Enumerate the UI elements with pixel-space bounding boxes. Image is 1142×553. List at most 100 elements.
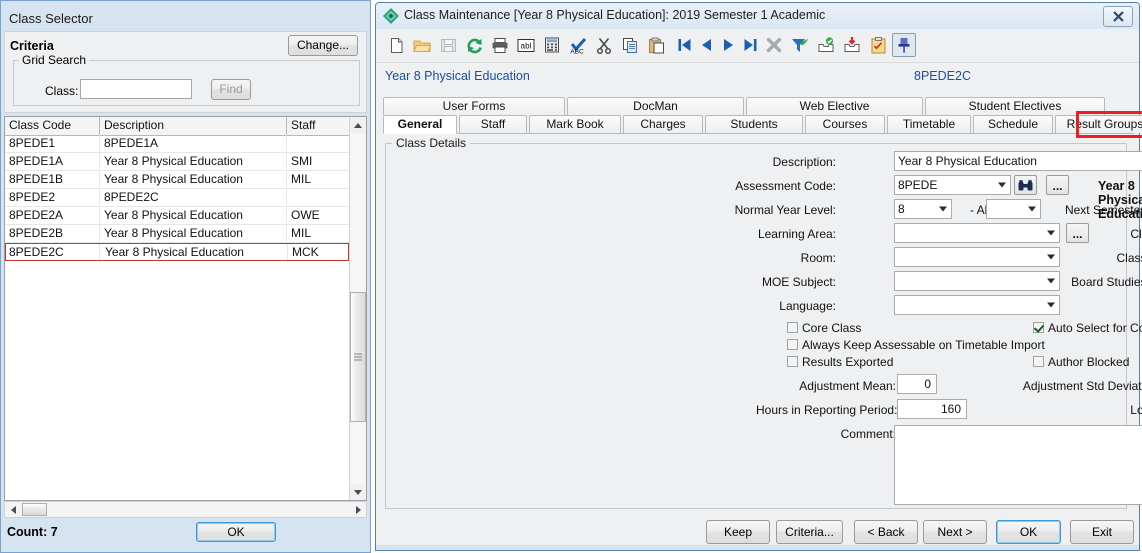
delete-icon[interactable] <box>762 33 786 57</box>
close-window-button[interactable] <box>1103 6 1133 27</box>
cell-description: Year 8 Physical Education <box>100 153 287 169</box>
criteria-button[interactable]: Criteria... <box>776 520 843 544</box>
checkbox-core-class[interactable]: Core Class <box>787 321 861 335</box>
exit-button[interactable]: Exit <box>1070 520 1134 544</box>
chevron-down-icon <box>939 206 947 212</box>
print-icon[interactable] <box>488 33 512 57</box>
checkbox-author-blocked[interactable]: Author Blocked <box>1033 355 1129 369</box>
table-row[interactable]: 8PEDE1B Year 8 Physical Education MIL <box>5 171 349 189</box>
tab-charges[interactable]: Charges <box>623 115 703 133</box>
ok-button[interactable]: OK <box>996 520 1061 544</box>
new-document-icon[interactable] <box>384 33 408 57</box>
grid-search-legend: Grid Search <box>19 53 90 67</box>
checkbox-box[interactable] <box>787 356 798 367</box>
keep-button[interactable]: Keep <box>706 520 770 544</box>
language-combo[interactable] <box>894 295 1060 315</box>
tab-schedule[interactable]: Schedule <box>973 115 1053 133</box>
grid-vertical-scrollbar[interactable] <box>349 117 366 500</box>
find-button[interactable]: Find <box>211 79 251 100</box>
checkbox-box[interactable] <box>1033 322 1044 333</box>
archive-in-icon[interactable] <box>814 33 838 57</box>
paste-icon[interactable] <box>644 33 668 57</box>
table-row[interactable]: 8PEDE2B Year 8 Physical Education MIL <box>5 225 349 243</box>
checkbox-auto-select-for-course[interactable]: Auto Select for Course <box>1033 321 1142 335</box>
assessment-code-search-button[interactable] <box>1014 175 1037 195</box>
room-label: Room: <box>800 251 836 265</box>
tab-strip-secondary: User Forms DocMan Web Elective Student Elec… <box>383 97 1134 115</box>
alt-combo[interactable] <box>986 199 1041 219</box>
scroll-left-icon[interactable] <box>5 502 21 517</box>
normal-year-level-combo[interactable]: 8 <box>894 199 952 219</box>
comment-textarea[interactable] <box>894 425 1142 505</box>
archive-out-icon[interactable] <box>840 33 864 57</box>
checklist-icon[interactable] <box>866 33 890 57</box>
assessment-code-combo[interactable]: 8PEDE <box>894 175 1011 195</box>
adjustment-mean-input[interactable]: 0 <box>897 374 937 394</box>
tab-web-elective[interactable]: Web Elective <box>746 97 923 115</box>
checkbox-box[interactable] <box>787 339 798 350</box>
tab-docman[interactable]: DocMan <box>567 97 744 115</box>
adjustment-std-label: Adjustment Std Deviation: <box>1022 379 1142 393</box>
assessment-code-ellipsis-button[interactable]: ... <box>1046 175 1069 195</box>
checkbox-box[interactable] <box>787 322 798 333</box>
window-title: Class Maintenance [Year 8 Physical Educa… <box>404 8 826 22</box>
filter-icon[interactable] <box>788 33 812 57</box>
tab-staff[interactable]: Staff <box>459 115 527 133</box>
class-search-input[interactable] <box>80 79 192 99</box>
grid-horizontal-scrollbar[interactable] <box>4 501 367 518</box>
grid-scroll-thumb[interactable] <box>350 292 366 422</box>
selector-ok-button[interactable]: OK <box>196 522 276 542</box>
room-combo[interactable] <box>894 247 1060 267</box>
checkbox-label: Results Exported <box>802 355 894 369</box>
calculator-icon[interactable] <box>540 33 564 57</box>
open-folder-icon[interactable] <box>410 33 434 57</box>
back-button[interactable]: < Back <box>854 520 918 544</box>
save-icon[interactable] <box>436 33 460 57</box>
tab-timetable[interactable]: Timetable <box>887 115 971 133</box>
tab-courses[interactable]: Courses <box>805 115 885 133</box>
description-input[interactable]: Year 8 Physical Education <box>894 151 1142 171</box>
next-button[interactable]: Next > <box>923 520 987 544</box>
cut-icon[interactable] <box>592 33 616 57</box>
previous-record-icon[interactable] <box>694 33 718 57</box>
class-type-label: Class Type: <box>1116 251 1142 265</box>
checkbox-box[interactable] <box>1033 356 1044 367</box>
last-record-icon[interactable] <box>738 33 762 57</box>
table-row[interactable]: 8PEDE2A Year 8 Physical Education OWE <box>5 207 349 225</box>
copy-icon[interactable] <box>618 33 642 57</box>
scroll-down-icon[interactable] <box>350 484 366 500</box>
checkbox-label: Auto Select for Course <box>1048 321 1142 335</box>
checkbox-always-keep-assessable[interactable]: Always Keep Assessable on Timetable Impo… <box>787 338 1045 352</box>
label-icon[interactable]: abl <box>514 33 538 57</box>
tab-general[interactable]: General <box>383 115 457 134</box>
hours-input[interactable]: 160 <box>897 399 967 419</box>
learning-area-combo[interactable] <box>894 223 1060 243</box>
normal-year-level-label: Normal Year Level: <box>734 203 836 217</box>
class-list-grid[interactable]: Class Code Description Staff 8PEDE1 8PEDE… <box>4 116 367 501</box>
first-record-icon[interactable] <box>672 33 696 57</box>
scroll-right-icon[interactable] <box>350 502 366 517</box>
tab-mark-book[interactable]: Mark Book <box>529 115 621 133</box>
next-record-icon[interactable] <box>716 33 740 57</box>
table-row[interactable]: 8PEDE1A Year 8 Physical Education SMI <box>5 153 349 171</box>
tab-student-electives[interactable]: Student Electives <box>925 97 1105 115</box>
grid-header-class-code[interactable]: Class Code <box>5 117 100 135</box>
pin-icon[interactable] <box>892 33 916 57</box>
refresh-icon[interactable] <box>462 33 486 57</box>
table-row[interactable]: 8PEDE1 8PEDE1A <box>5 135 349 153</box>
tab-students[interactable]: Students <box>705 115 803 133</box>
grid-header-staff[interactable]: Staff <box>287 117 349 135</box>
spellcheck-icon[interactable]: ABC <box>566 33 590 57</box>
table-row[interactable]: 8PEDE2C Year 8 Physical Education MCK <box>5 243 349 261</box>
checkbox-results-exported[interactable]: Results Exported <box>787 355 893 369</box>
record-count-label: Count: 7 <box>7 525 58 539</box>
criteria-panel: Criteria Change... Grid Search Class: Fi… <box>4 31 367 113</box>
change-criteria-button[interactable]: Change... <box>288 35 358 56</box>
scroll-up-icon[interactable] <box>350 117 366 133</box>
grid-hscroll-thumb[interactable] <box>22 503 47 516</box>
tab-result-groups[interactable]: Result Groups <box>1055 115 1142 133</box>
tab-user-forms[interactable]: User Forms <box>383 97 565 115</box>
cell-staff <box>287 135 349 151</box>
grid-header-description[interactable]: Description <box>100 117 287 135</box>
table-row[interactable]: 8PEDE2 8PEDE2C <box>5 189 349 207</box>
